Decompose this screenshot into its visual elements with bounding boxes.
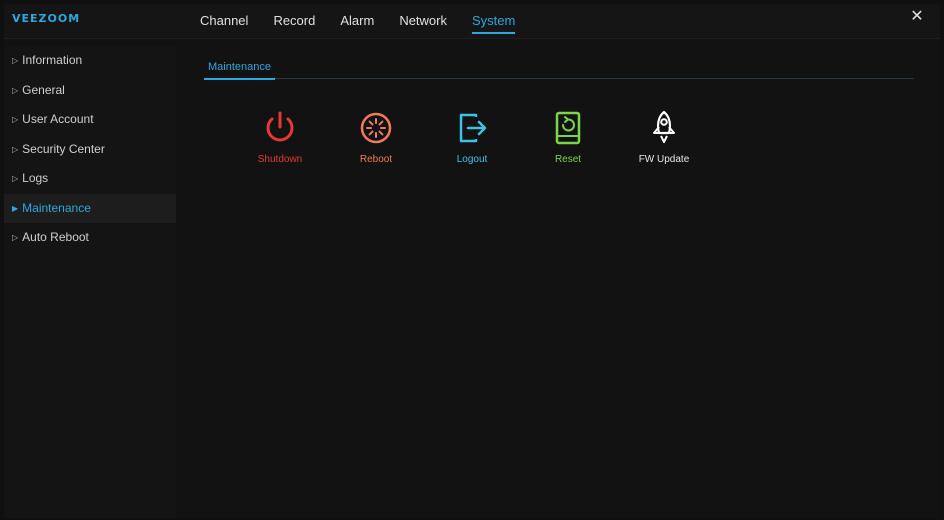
sidebar-item-label: Information xyxy=(22,53,83,67)
sidebar-item-label: Maintenance xyxy=(22,200,91,215)
sidebar-item-information[interactable]: ▷ Information xyxy=(4,46,176,76)
tab-channel[interactable]: Channel xyxy=(200,4,248,38)
sidebar-item-maintenance[interactable]: ▶ Maintenance xyxy=(4,193,176,223)
fw-update-label: FW Update xyxy=(638,154,690,165)
tab-system[interactable]: System xyxy=(472,4,516,38)
main-content: Maintenance Shutdown Reboot Logout Reset… xyxy=(180,46,940,518)
reset-button[interactable]: Reset xyxy=(520,108,616,188)
sidebar-item-label: General xyxy=(22,82,65,97)
sidebar-item-logs[interactable]: ▷ Logs xyxy=(4,164,176,194)
shutdown-label: Shutdown xyxy=(257,154,303,165)
arrow-right-icon: ▷ xyxy=(12,85,19,95)
sidebar: ▷ Information ▷ General ▷ User Account ▷… xyxy=(4,46,176,518)
tab-record[interactable]: Record xyxy=(273,4,315,38)
arrow-right-icon: ▷ xyxy=(12,56,19,65)
rocket-icon xyxy=(653,110,675,143)
logout-button[interactable]: Logout xyxy=(424,108,520,188)
tab-alarm[interactable]: Alarm xyxy=(340,4,374,38)
arrow-right-filled-icon: ▶ xyxy=(12,203,19,213)
reset-icon xyxy=(555,111,581,145)
tab-network[interactable]: Network xyxy=(399,4,447,38)
top-bar: VEEZOOM Channel Record Alarm Network Sys… xyxy=(4,4,940,39)
reset-label: Reset xyxy=(554,154,582,165)
arrow-right-icon: ▷ xyxy=(12,233,19,242)
brand-logo: VEEZOOM xyxy=(12,12,81,25)
sidebar-item-general[interactable]: ▷ General xyxy=(4,76,176,106)
arrow-right-icon: ▷ xyxy=(12,144,19,154)
close-icon[interactable]: ✕ xyxy=(908,8,926,26)
subtab-maintenance[interactable]: Maintenance xyxy=(204,56,275,80)
shutdown-button[interactable]: Shutdown xyxy=(232,108,328,188)
power-icon xyxy=(266,111,294,142)
sidebar-item-label: User Account xyxy=(22,112,94,126)
reboot-button[interactable]: Reboot xyxy=(328,108,424,188)
maintenance-actions: Shutdown Reboot Logout Reset FW Update xyxy=(232,108,712,188)
sidebar-item-user-account[interactable]: ▷ User Account xyxy=(4,105,176,135)
reboot-icon xyxy=(360,112,392,144)
logout-icon xyxy=(459,113,487,143)
arrow-right-icon: ▷ xyxy=(12,174,19,183)
sidebar-item-label: Auto Reboot xyxy=(22,230,89,244)
fw-update-button[interactable]: FW Update xyxy=(616,108,712,188)
main-tabs: Channel Record Alarm Network System xyxy=(200,4,540,38)
sidebar-item-label: Logs xyxy=(22,171,49,185)
reboot-label: Reboot xyxy=(359,154,393,165)
arrow-right-icon: ▷ xyxy=(12,115,19,124)
sidebar-item-security-center[interactable]: ▷ Security Center xyxy=(4,135,176,165)
sidebar-item-label: Security Center xyxy=(22,141,105,156)
app-window: VEEZOOM Channel Record Alarm Network Sys… xyxy=(4,4,940,518)
logout-label: Logout xyxy=(456,154,488,165)
subtab-bar: Maintenance xyxy=(204,56,914,80)
sidebar-item-auto-reboot[interactable]: ▷ Auto Reboot xyxy=(4,223,176,253)
